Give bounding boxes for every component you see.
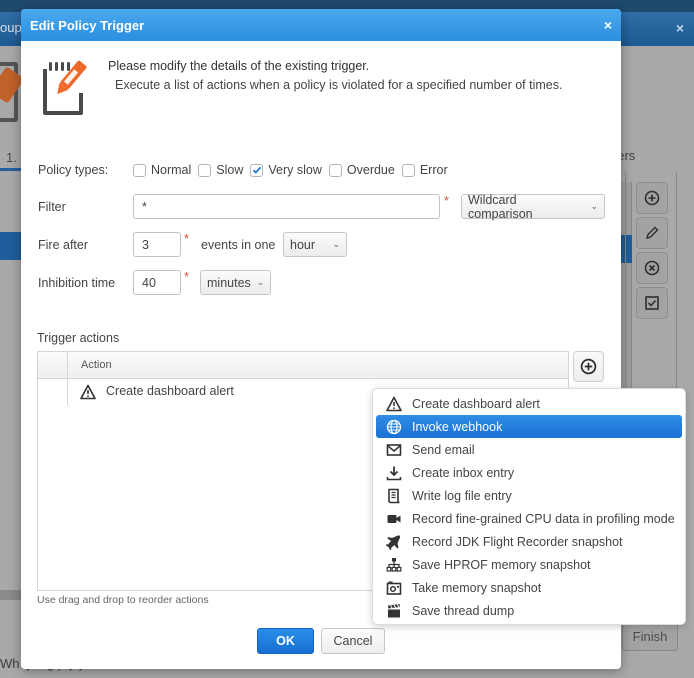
background-edit-button[interactable] (636, 217, 668, 249)
inhibition-unit-value: minutes (207, 275, 251, 290)
checkbox-very-slow[interactable]: Very slow (250, 163, 322, 177)
menu-item-invoke-webhook[interactable]: Invoke webhook (376, 415, 682, 438)
menu-item-label: Write log file entry (412, 488, 512, 503)
clapperboard-icon (386, 603, 402, 619)
menu-item-write-log-file-entry[interactable]: Write log file entry (376, 484, 682, 507)
intro-heading: Please modify the details of the existin… (108, 59, 370, 73)
checkbox-normal-label: Normal (151, 163, 192, 177)
fire-after-unit-value: hour (290, 237, 316, 252)
menu-item-label: Invoke webhook (412, 419, 503, 434)
scroll-icon (386, 488, 402, 504)
policy-types-group: Normal Slow Very slow Overdue Error (133, 163, 455, 177)
edit-notepad-icon (43, 60, 87, 115)
dialog-title: Edit Policy Trigger (30, 17, 145, 33)
inhibition-required-marker: * (184, 269, 190, 284)
checkbox-slow-label: Slow (216, 163, 244, 177)
column-header-action[interactable]: Action (81, 359, 112, 371)
cancel-button[interactable]: Cancel (321, 628, 385, 654)
pencil-icon (645, 226, 659, 240)
menu-item-label: Create inbox entry (412, 465, 515, 480)
video-camera-icon (386, 511, 402, 527)
checkbox-error-box[interactable] (401, 163, 415, 177)
menu-item-label: Record JDK Flight Recorder snapshot (412, 534, 623, 549)
checkbox-very-slow-box[interactable] (250, 163, 264, 177)
background-delete-button[interactable] (636, 252, 668, 284)
events-in-one-label: events in one (201, 238, 276, 252)
table-header: Action (38, 352, 568, 379)
add-action-button[interactable] (573, 351, 604, 382)
background-add-button[interactable] (636, 182, 668, 214)
column-divider (67, 352, 68, 379)
column-divider (67, 379, 68, 405)
checkbox-error[interactable]: Error (401, 163, 448, 177)
background-window-title: oup (0, 20, 22, 35)
filter-input[interactable]: * (133, 194, 440, 219)
filter-label: Filter (38, 200, 66, 214)
filter-mode-select[interactable]: Wildcard comparison ⌄ (461, 192, 605, 221)
menu-item-create-inbox-entry[interactable]: Create inbox entry (376, 461, 682, 484)
inhibition-time-input[interactable]: 40 (133, 270, 181, 295)
dialog-header: Edit Policy Trigger × (21, 9, 621, 41)
plus-circle-icon (580, 358, 597, 375)
globe-icon (386, 419, 402, 435)
plus-circle-icon (644, 190, 660, 206)
close-circle-icon (644, 260, 660, 276)
background-finish-button[interactable]: Finish (622, 621, 678, 651)
fire-after-unit-select[interactable]: hour ⌄ (283, 232, 347, 257)
filter-required-marker: * (444, 193, 450, 208)
menu-item-label: Save thread dump (412, 603, 515, 618)
checkbox-very-slow-label: Very slow (268, 163, 322, 177)
chevron-down-icon: ⌄ (332, 239, 340, 249)
menu-item-record-jfr-snapshot[interactable]: Record JDK Flight Recorder snapshot (376, 530, 682, 553)
background-enable-button[interactable] (636, 287, 668, 319)
hierarchy-icon (386, 557, 402, 573)
policy-types-label: Policy types: (38, 163, 109, 177)
menu-item-save-thread-dump[interactable]: Save thread dump (376, 599, 682, 622)
download-icon (386, 465, 402, 481)
checkbox-slow[interactable]: Slow (198, 163, 243, 177)
close-icon[interactable]: × (604, 17, 612, 33)
checkbox-overdue[interactable]: Overdue (328, 163, 395, 177)
checkbox-error-label: Error (419, 163, 448, 177)
camera-icon (386, 580, 402, 596)
menu-item-label: Save HPROF memory snapshot (412, 557, 591, 572)
add-action-menu: Create dashboard alert Invoke webhook Se… (372, 388, 686, 625)
warning-icon (386, 396, 402, 412)
chevron-down-icon: ⌄ (590, 201, 598, 211)
menu-item-take-memory-snapshot[interactable]: Take memory snapshot (376, 576, 682, 599)
inhibition-time-label: Inhibition time (38, 276, 116, 290)
reorder-hint: Use drag and drop to reorder actions (37, 594, 209, 606)
menu-item-label: Record fine-grained CPU data in profilin… (412, 511, 675, 526)
background-step-label: 1. (6, 150, 17, 165)
menu-item-label: Take memory snapshot (412, 580, 542, 595)
intro-description: Execute a list of actions when a policy … (115, 78, 563, 92)
checkbox-slow-box[interactable] (198, 163, 212, 177)
warning-icon (80, 384, 96, 400)
background-close-icon[interactable]: × (676, 20, 684, 36)
trigger-actions-label: Trigger actions (37, 331, 120, 345)
fire-after-required-marker: * (184, 231, 190, 246)
checkmark-icon (252, 166, 262, 174)
ok-button[interactable]: OK (257, 628, 314, 654)
menu-item-send-email[interactable]: Send email (376, 438, 682, 461)
inhibition-unit-select[interactable]: minutes ⌄ (200, 270, 271, 295)
menu-item-label: Send email (412, 442, 475, 457)
menu-item-label: Create dashboard alert (412, 396, 540, 411)
fire-after-input[interactable]: 3 (133, 232, 181, 257)
envelope-icon (386, 442, 402, 458)
fire-after-label: Fire after (38, 238, 89, 252)
menu-item-record-cpu-data[interactable]: Record fine-grained CPU data in profilin… (376, 507, 682, 530)
menu-item-save-hprof-snapshot[interactable]: Save HPROF memory snapshot (376, 553, 682, 576)
checkbox-overdue-label: Overdue (346, 163, 395, 177)
checkbox-overdue-box[interactable] (328, 163, 342, 177)
action-label: Create dashboard alert (106, 384, 234, 398)
checkbox-normal-box[interactable] (133, 163, 146, 177)
checkbox-normal[interactable]: Normal (133, 163, 191, 177)
menu-item-create-dashboard-alert[interactable]: Create dashboard alert (376, 392, 682, 415)
checkbox-icon (645, 296, 659, 310)
airplane-icon (386, 534, 402, 550)
chevron-down-icon: ⌄ (256, 277, 265, 287)
filter-mode-value: Wildcard comparison (468, 192, 533, 221)
